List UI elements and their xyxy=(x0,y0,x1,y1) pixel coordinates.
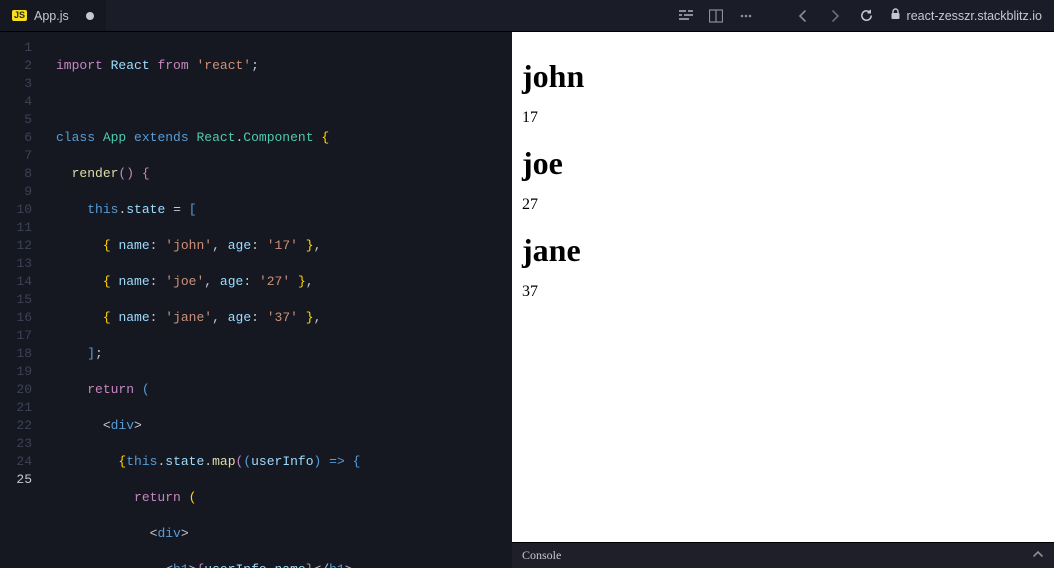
preview-age: 37 xyxy=(522,283,1044,301)
split-editor-icon[interactable] xyxy=(709,9,723,23)
editor-tab-appjs[interactable]: JS App.js xyxy=(0,0,106,31)
tab-bar: JS App.js xyxy=(0,0,1054,32)
preview-body: john 17 joe 27 jane 37 xyxy=(512,32,1054,542)
nav-back-icon[interactable] xyxy=(795,8,811,24)
address-bar[interactable]: react-zesszr.stackblitz.io xyxy=(890,8,1042,23)
editor-toolbar: react-zesszr.stackblitz.io xyxy=(679,8,1054,24)
reload-icon[interactable] xyxy=(859,8,874,23)
code-area[interactable]: import React from 'react'; class App ext… xyxy=(42,32,512,568)
url-text: react-zesszr.stackblitz.io xyxy=(907,9,1042,23)
tab-filename: App.js xyxy=(34,9,69,23)
nav-forward-icon[interactable] xyxy=(827,8,843,24)
console-bar[interactable]: Console xyxy=(512,542,1054,568)
js-file-icon: JS xyxy=(12,10,27,21)
prettier-icon[interactable] xyxy=(679,9,693,23)
code-editor[interactable]: 1234567891011121314151617181920212223242… xyxy=(0,32,512,568)
preview-age: 27 xyxy=(522,196,1044,214)
preview-name: jane xyxy=(522,232,1044,269)
more-icon[interactable] xyxy=(739,9,753,23)
lock-icon xyxy=(890,8,901,23)
preview-name: joe xyxy=(522,145,1044,182)
unsaved-indicator-icon xyxy=(86,12,94,20)
preview-age: 17 xyxy=(522,109,1044,127)
split-pane: 1234567891011121314151617181920212223242… xyxy=(0,32,1054,568)
chevron-up-icon[interactable] xyxy=(1032,548,1044,564)
preview-pane: john 17 joe 27 jane 37 Console xyxy=(512,32,1054,568)
console-label: Console xyxy=(522,548,561,563)
app-root: JS App.js xyxy=(0,0,1054,568)
preview-name: john xyxy=(522,58,1044,95)
line-gutter: 1234567891011121314151617181920212223242… xyxy=(0,32,42,568)
